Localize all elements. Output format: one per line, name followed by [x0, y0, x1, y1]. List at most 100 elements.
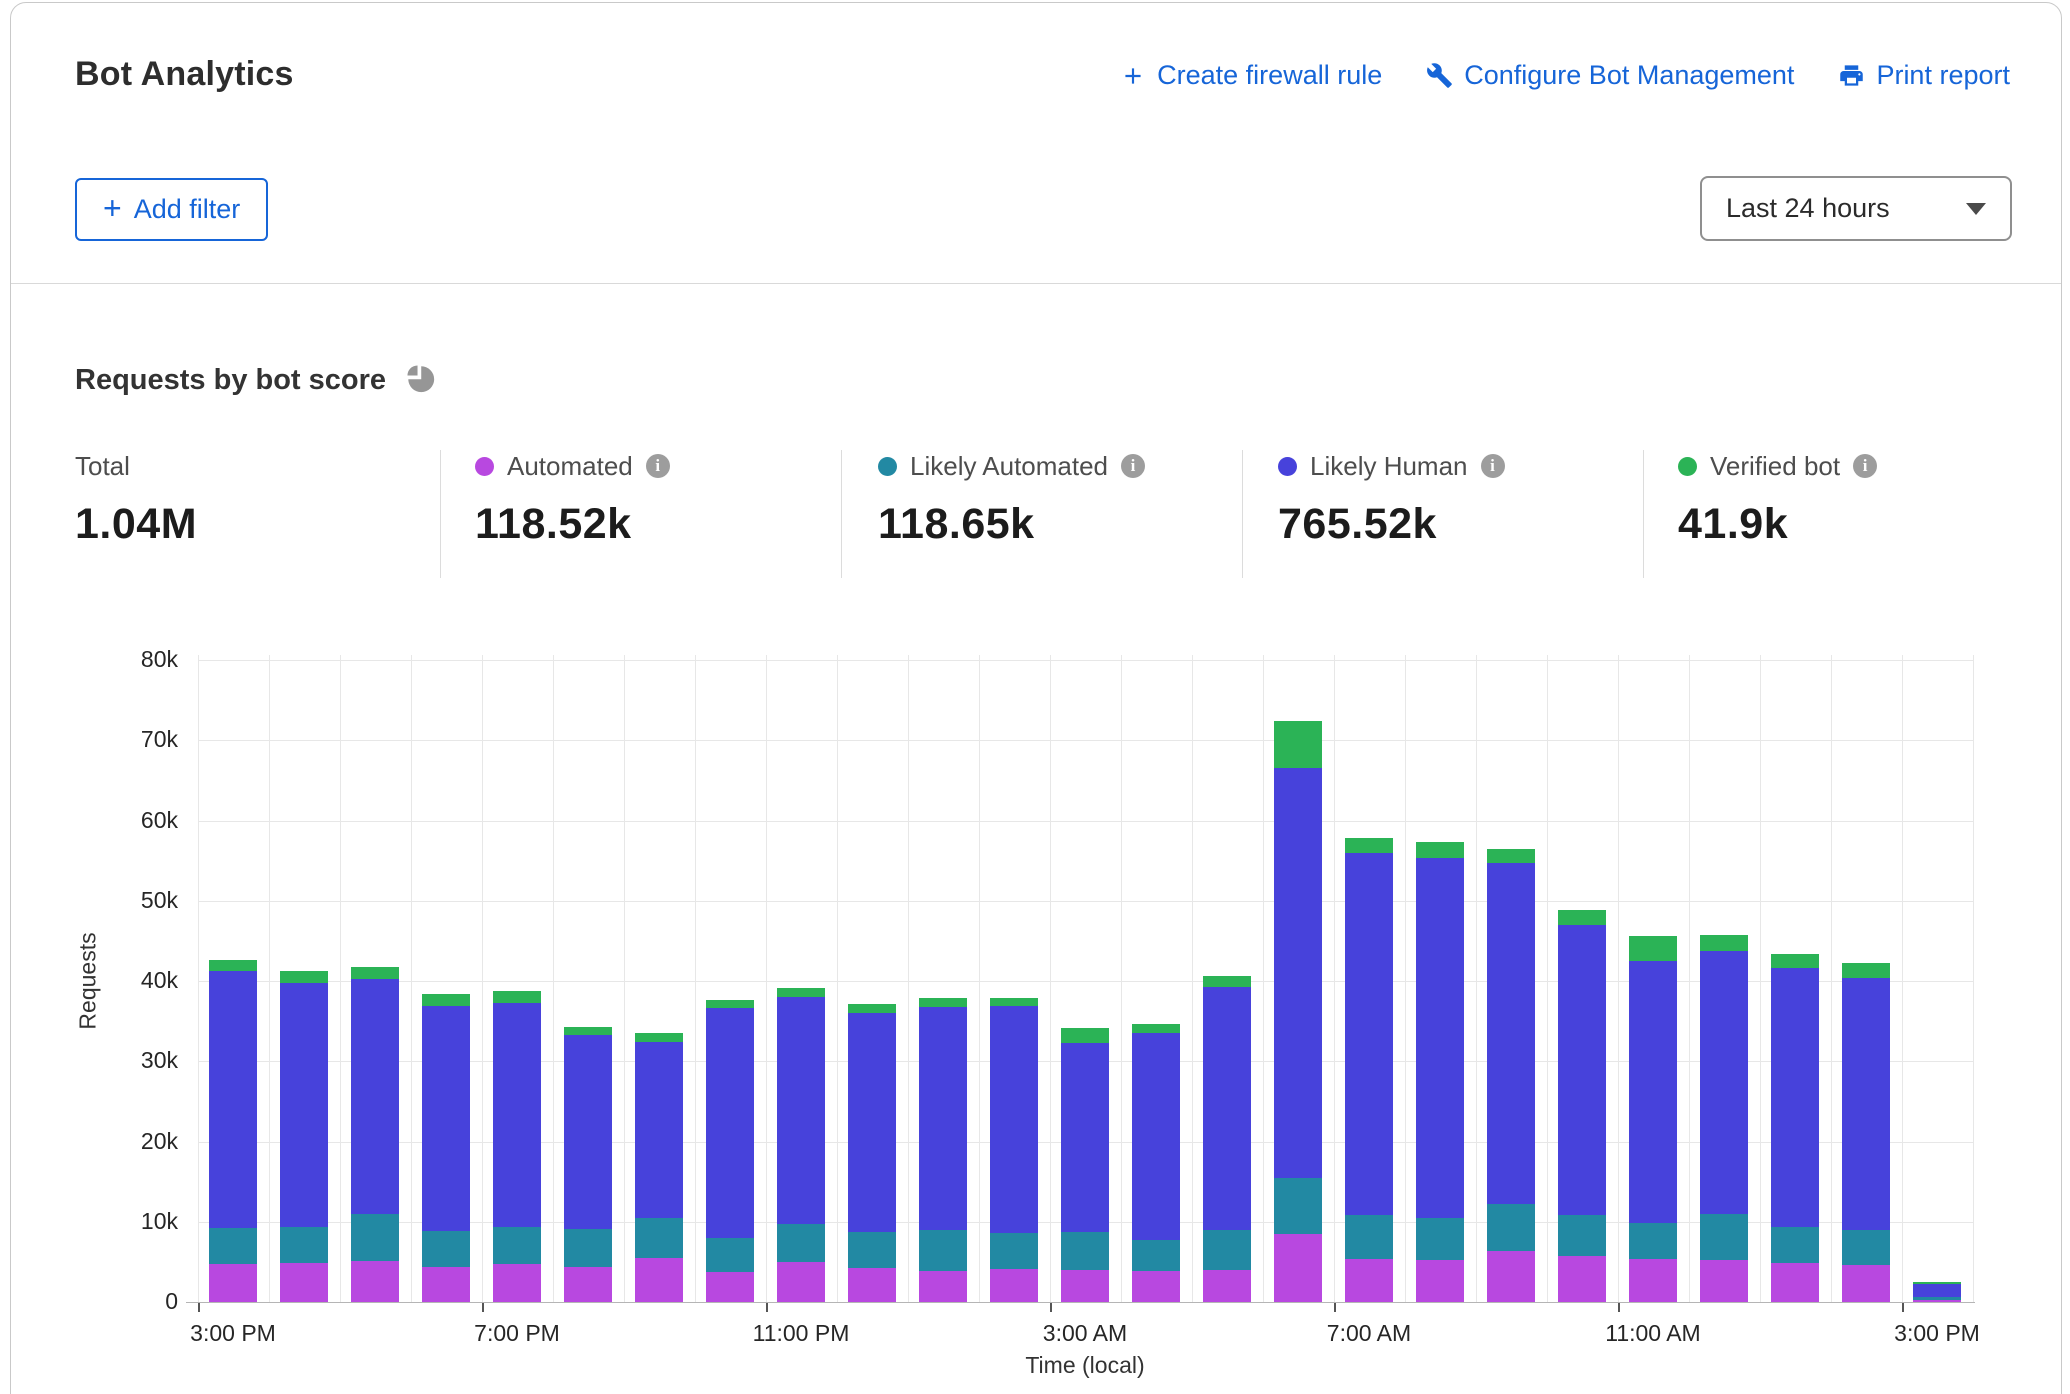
bar-segment-likely-automated[interactable] — [1345, 1215, 1393, 1259]
stacked-bar[interactable] — [777, 988, 825, 1302]
stacked-bar[interactable] — [1416, 842, 1464, 1302]
bar-segment-likely-human[interactable] — [351, 979, 399, 1213]
bar-segment-automated[interactable] — [1487, 1251, 1535, 1302]
bar-segment-verified-bot[interactable] — [990, 998, 1038, 1006]
stacked-bar[interactable] — [635, 1033, 683, 1302]
bar-segment-likely-automated[interactable] — [209, 1228, 257, 1264]
stacked-bar[interactable] — [1842, 963, 1890, 1302]
bar-segment-likely-human[interactable] — [493, 1003, 541, 1228]
bar-segment-likely-automated[interactable] — [564, 1229, 612, 1267]
bar-segment-likely-human[interactable] — [777, 997, 825, 1224]
bar-segment-likely-human[interactable] — [1345, 853, 1393, 1216]
bar-segment-automated[interactable] — [1629, 1259, 1677, 1302]
bar-segment-automated[interactable] — [919, 1271, 967, 1302]
bar-segment-automated[interactable] — [1700, 1260, 1748, 1302]
bar-segment-likely-automated[interactable] — [422, 1231, 470, 1267]
stacked-bar[interactable] — [351, 967, 399, 1302]
bar-segment-likely-human[interactable] — [1416, 858, 1464, 1218]
bar-segment-automated[interactable] — [1061, 1270, 1109, 1302]
bar-segment-automated[interactable] — [209, 1264, 257, 1302]
bar-segment-likely-automated[interactable] — [1700, 1214, 1748, 1261]
bar-segment-likely-automated[interactable] — [351, 1214, 399, 1261]
stacked-bar[interactable] — [1132, 1024, 1180, 1302]
bar-segment-likely-human[interactable] — [1132, 1033, 1180, 1240]
bar-segment-automated[interactable] — [1558, 1256, 1606, 1302]
bar-segment-verified-bot[interactable] — [1842, 963, 1890, 978]
bar-segment-likely-automated[interactable] — [848, 1232, 896, 1267]
stacked-bar[interactable] — [990, 998, 1038, 1302]
bar-segment-verified-bot[interactable] — [351, 967, 399, 979]
stacked-bar[interactable] — [1771, 954, 1819, 1302]
bar-segment-verified-bot[interactable] — [422, 994, 470, 1006]
bar-segment-likely-human[interactable] — [1913, 1284, 1961, 1298]
bar-segment-verified-bot[interactable] — [564, 1027, 612, 1035]
bar-segment-likely-automated[interactable] — [280, 1227, 328, 1263]
bar-segment-likely-automated[interactable] — [1629, 1223, 1677, 1260]
bar-segment-likely-human[interactable] — [280, 983, 328, 1228]
stacked-bar[interactable] — [1203, 976, 1251, 1302]
bar-segment-automated[interactable] — [351, 1261, 399, 1302]
bar-segment-likely-automated[interactable] — [1416, 1218, 1464, 1261]
bar-segment-likely-automated[interactable] — [777, 1224, 825, 1262]
stacked-bar[interactable] — [564, 1027, 612, 1302]
stacked-bar[interactable] — [1345, 838, 1393, 1302]
bar-segment-likely-automated[interactable] — [1061, 1232, 1109, 1270]
bar-segment-likely-human[interactable] — [422, 1006, 470, 1231]
bar-segment-automated[interactable] — [1416, 1260, 1464, 1302]
bar-segment-automated[interactable] — [1132, 1271, 1180, 1302]
bar-segment-automated[interactable] — [493, 1264, 541, 1302]
bar-segment-verified-bot[interactable] — [493, 991, 541, 1002]
bar-segment-verified-bot[interactable] — [777, 988, 825, 997]
bar-segment-automated[interactable] — [1345, 1259, 1393, 1302]
bar-segment-automated[interactable] — [1842, 1265, 1890, 1302]
bar-segment-likely-human[interactable] — [1558, 925, 1606, 1215]
bar-segment-automated[interactable] — [422, 1267, 470, 1302]
bar-segment-automated[interactable] — [848, 1268, 896, 1303]
bar-segment-likely-human[interactable] — [1061, 1043, 1109, 1232]
bar-segment-likely-human[interactable] — [919, 1007, 967, 1230]
bar-segment-likely-automated[interactable] — [919, 1230, 967, 1271]
bar-segment-automated[interactable] — [706, 1272, 754, 1302]
stacked-bar[interactable] — [209, 960, 257, 1302]
bar-segment-verified-bot[interactable] — [209, 960, 257, 970]
stacked-bar[interactable] — [848, 1004, 896, 1303]
stacked-bar[interactable] — [1700, 935, 1748, 1302]
bar-segment-verified-bot[interactable] — [1061, 1028, 1109, 1042]
bar-segment-verified-bot[interactable] — [280, 971, 328, 982]
bar-segment-verified-bot[interactable] — [1416, 842, 1464, 858]
stacked-bar[interactable] — [493, 991, 541, 1302]
bar-segment-automated[interactable] — [1203, 1270, 1251, 1302]
bar-segment-likely-human[interactable] — [1842, 978, 1890, 1230]
bar-segment-likely-human[interactable] — [1203, 987, 1251, 1229]
bar-segment-likely-automated[interactable] — [635, 1218, 683, 1258]
stacked-bar[interactable] — [1487, 849, 1535, 1302]
bar-segment-likely-human[interactable] — [209, 971, 257, 1229]
stacked-bar[interactable] — [422, 994, 470, 1302]
bar-segment-likely-human[interactable] — [1629, 961, 1677, 1223]
stacked-bar[interactable] — [1913, 1282, 1961, 1302]
bar-segment-likely-automated[interactable] — [990, 1233, 1038, 1269]
bar-segment-likely-human[interactable] — [1771, 968, 1819, 1227]
bar-segment-verified-bot[interactable] — [1700, 935, 1748, 951]
bar-segment-likely-human[interactable] — [706, 1008, 754, 1238]
bar-segment-automated[interactable] — [564, 1267, 612, 1302]
stacked-bar[interactable] — [919, 998, 967, 1302]
stacked-bar[interactable] — [706, 1000, 754, 1303]
bar-segment-verified-bot[interactable] — [1487, 849, 1535, 863]
bar-segment-automated[interactable] — [280, 1263, 328, 1302]
bar-segment-verified-bot[interactable] — [1203, 976, 1251, 987]
bar-segment-verified-bot[interactable] — [919, 998, 967, 1007]
bar-segment-verified-bot[interactable] — [1629, 936, 1677, 961]
bar-segment-likely-automated[interactable] — [1274, 1178, 1322, 1234]
bar-segment-likely-automated[interactable] — [1203, 1230, 1251, 1270]
bar-segment-likely-human[interactable] — [990, 1006, 1038, 1233]
bar-segment-verified-bot[interactable] — [1771, 954, 1819, 968]
bar-segment-likely-automated[interactable] — [706, 1238, 754, 1273]
stacked-bar[interactable] — [280, 971, 328, 1302]
bar-segment-likely-human[interactable] — [1274, 768, 1322, 1177]
bar-segment-likely-automated[interactable] — [1487, 1204, 1535, 1251]
stacked-bar[interactable] — [1274, 721, 1322, 1302]
stacked-bar[interactable] — [1629, 936, 1677, 1302]
bar-segment-verified-bot[interactable] — [1345, 838, 1393, 852]
bar-segment-verified-bot[interactable] — [1274, 721, 1322, 768]
